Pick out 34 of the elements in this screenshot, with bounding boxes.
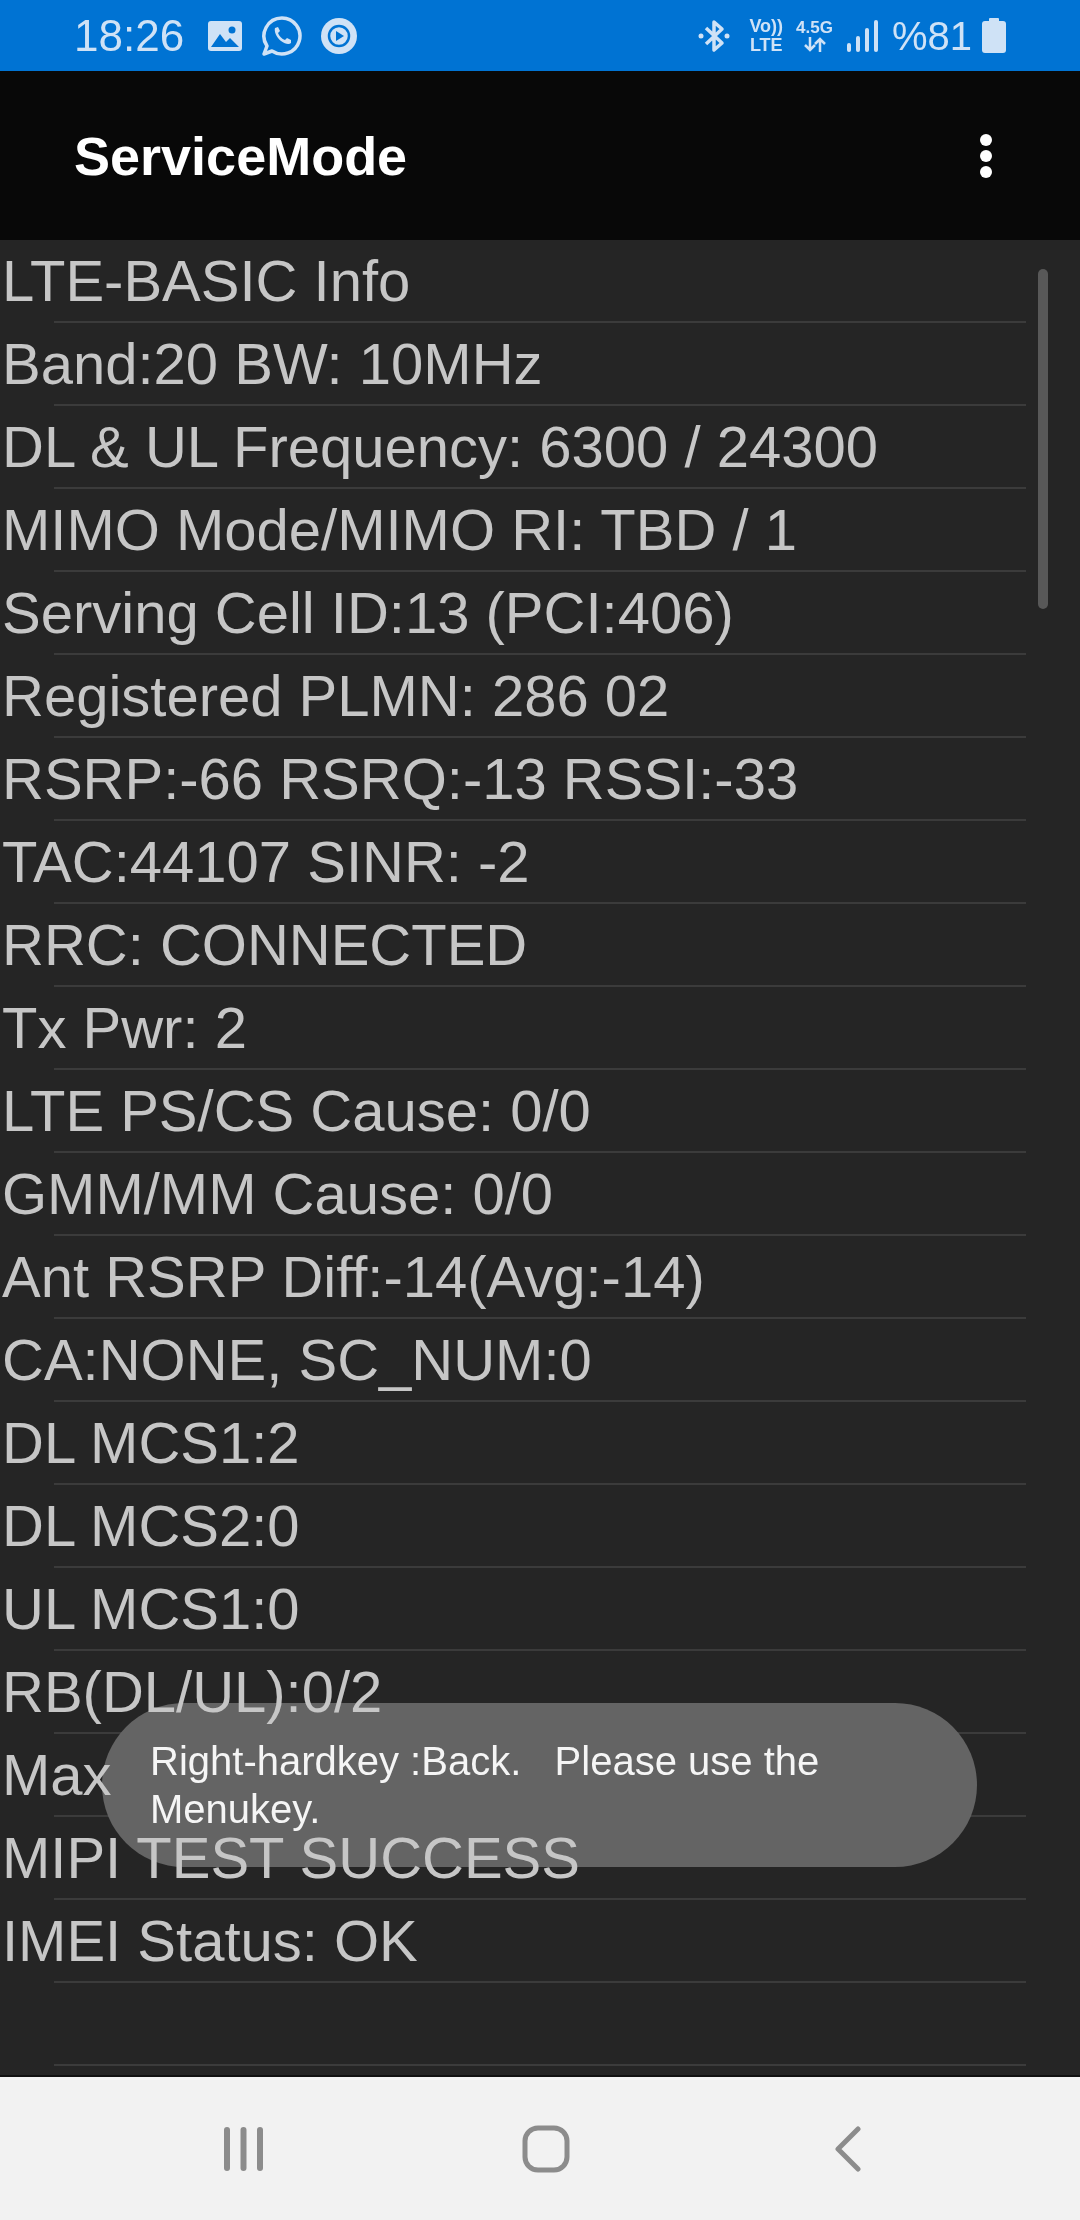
info-text: TAC:44107 SINR: -2 [2, 832, 530, 891]
up-down-arrows-icon [802, 37, 827, 52]
scrollbar-thumb[interactable] [1038, 269, 1048, 609]
lte-text: LTE [749, 35, 783, 55]
volte-text: Vo)) [749, 16, 784, 36]
info-text: UL MCS1:0 [2, 1579, 300, 1638]
back-button[interactable] [834, 2125, 862, 2172]
info-text: Band:20 BW: 10MHz [2, 334, 543, 393]
recent-apps-button[interactable] [222, 2126, 265, 2171]
info-text: DL MCS1:2 [2, 1413, 300, 1472]
info-text: LTE-BASIC Info [2, 251, 411, 310]
info-text: MIMO Mode/MIMO RI: TBD / 1 [2, 500, 797, 559]
info-text: RSRP:-66 RSRQ:-13 RSSI:-33 [2, 749, 799, 808]
clock-time: 18:26 [74, 13, 185, 58]
info-text: Max [2, 1745, 112, 1804]
play-circle-icon [321, 17, 358, 54]
battery-percent: %81 [891, 15, 972, 56]
info-text: LTE PS/CS Cause: 0/0 [2, 1081, 591, 1140]
app-title: ServiceMode [74, 128, 408, 183]
info-text: Tx Pwr: 2 [2, 998, 247, 1057]
info-text: RRC: CONNECTED [2, 915, 528, 974]
toast-text: Right-hardkey :Back. Please use the Menukey. [150, 1738, 821, 1833]
info-text: DL MCS2:0 [2, 1496, 300, 1555]
image-icon [208, 20, 243, 51]
network-type-text: 4.5G [796, 19, 833, 37]
info-text: GMM/MM Cause: 0/0 [2, 1164, 554, 1223]
home-button[interactable] [522, 2124, 570, 2173]
info-text: IMEI Status: OK [2, 1911, 418, 1970]
chat-phone-icon [261, 14, 304, 57]
info-text: CA:NONE, SC_NUM:0 [2, 1330, 592, 1389]
more-menu-icon[interactable] [979, 132, 993, 179]
battery-icon [982, 18, 1006, 53]
signal-icon [845, 19, 880, 52]
bluetooth-icon [697, 17, 732, 54]
